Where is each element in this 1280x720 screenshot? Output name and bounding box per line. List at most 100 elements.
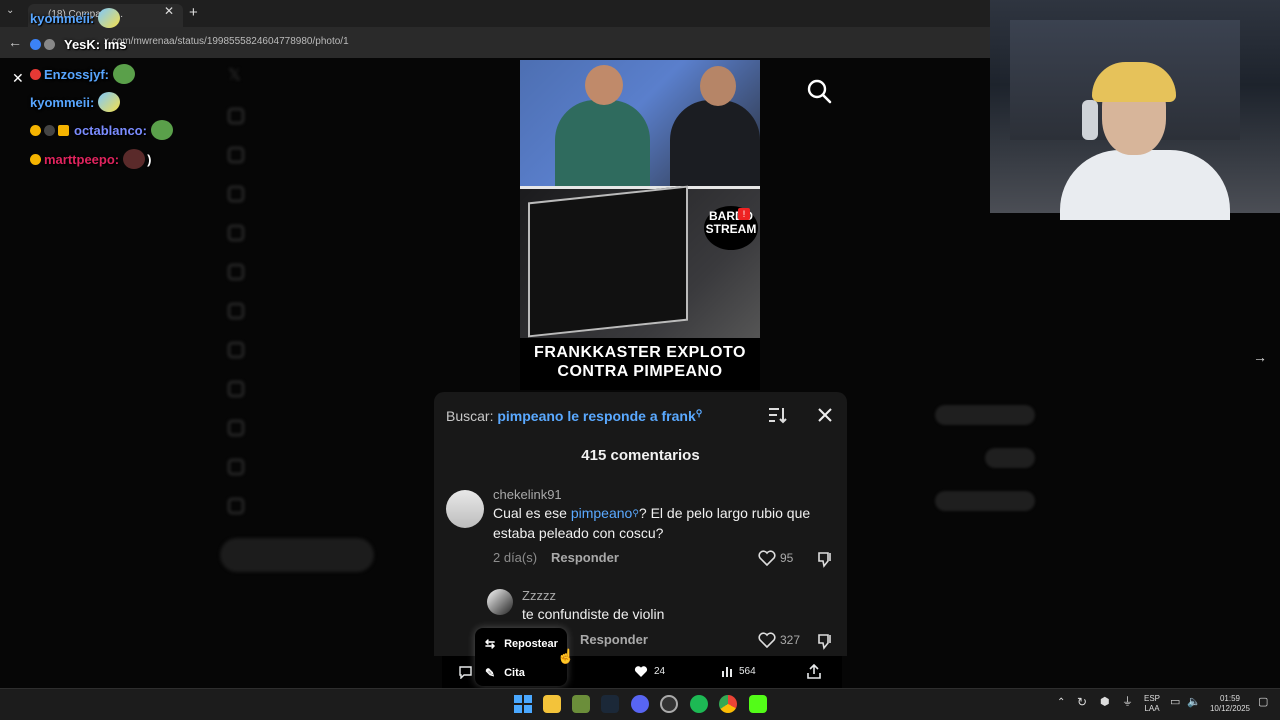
nav-item-blurred [220, 104, 262, 128]
minecraft-icon[interactable] [572, 695, 590, 713]
app-icon[interactable] [660, 695, 678, 713]
views-icon [722, 667, 732, 677]
close-icon[interactable]: ✕ [12, 70, 24, 87]
pencil-icon: ✎ [485, 666, 496, 680]
quote-menu-item[interactable]: ✎ Cita [485, 666, 525, 680]
like-count: 327 [780, 633, 801, 647]
repost-menu-item[interactable]: ⇆ Repostear [485, 637, 558, 651]
views-count: 564 [739, 665, 756, 677]
spotify-icon[interactable] [690, 695, 708, 713]
repost-label: Repostear [504, 638, 558, 650]
chat-line: kyommeii: [30, 92, 121, 112]
close-panel-icon[interactable] [816, 406, 834, 424]
lang-bottom: LAA [1144, 704, 1160, 713]
badge-icon [44, 39, 55, 50]
nav-item-blurred [220, 182, 262, 206]
nav-item-blurred [220, 299, 262, 323]
notifications-icon[interactable]: ▢ [1258, 697, 1268, 708]
sort-icon[interactable] [768, 406, 788, 424]
clock-date: 10/12/2025 [1209, 704, 1251, 713]
windows-start-icon[interactable] [514, 695, 532, 713]
volume-icon[interactable]: 🔈 [1187, 697, 1201, 708]
quote-label: Cita [504, 667, 525, 679]
video-person-left-head [585, 65, 623, 105]
pin-badge-icon [30, 39, 41, 50]
search-query[interactable]: pimpeano le responde a frank [497, 408, 695, 424]
heart-icon [758, 550, 776, 566]
back-arrow-icon[interactable]: ← [8, 34, 22, 50]
microphone-icon[interactable]: ⏚ [1122, 697, 1133, 708]
search-prefix: Buscar: [446, 408, 494, 424]
chat-username: Enzossjyf: [44, 66, 110, 82]
comment-text: te confundiste de violin [522, 606, 665, 622]
views-action[interactable]: 564 [721, 665, 756, 677]
avatar[interactable] [487, 589, 513, 615]
search-icon[interactable] [806, 78, 832, 104]
badge-icon [30, 153, 41, 165]
video-monitor [528, 185, 688, 338]
pepe-emote-icon [150, 120, 173, 140]
nav-item-blurred [220, 455, 262, 479]
share-icon[interactable] [807, 664, 821, 679]
like-count: 95 [780, 551, 794, 565]
comment-hashtag-link[interactable]: pimpeano [571, 505, 633, 521]
hand-cursor-icon: ☝ [557, 648, 575, 664]
next-arrow-icon[interactable]: → [1253, 349, 1267, 365]
tab-close-icon[interactable]: ✕ [164, 4, 174, 18]
nav-item-blurred [220, 416, 262, 440]
file-explorer-icon[interactable] [543, 695, 561, 713]
pepe-emote-icon [113, 64, 136, 84]
badge-icon [44, 124, 55, 136]
search-small-icon: ⚲ [632, 508, 639, 518]
video-person-right [670, 100, 760, 187]
badge-icon [30, 68, 41, 80]
like-action[interactable]: 24 [634, 665, 665, 678]
video-person-left [555, 100, 650, 187]
clock[interactable]: 01:59 10/12/2025 [1205, 694, 1255, 714]
comment-text: Cual es ese pimpeano⚲? El de pelo largo … [493, 503, 823, 543]
logo-badge: ! [738, 208, 750, 220]
like-button[interactable]: 327 [758, 632, 800, 648]
video-person-right-head [700, 66, 736, 106]
language-indicator[interactable]: ESP LAA [1142, 694, 1162, 714]
dislike-icon[interactable] [816, 550, 834, 568]
url-field[interactable]: x.com/mwrenaa/status/1998555824604778980… [60, 36, 520, 50]
reply-button[interactable]: Responder [580, 632, 648, 647]
nav-item-blurred [220, 377, 262, 401]
video-caption: FRANKKASTER EXPLOTO CONTRA PIMPEANO [534, 344, 746, 380]
tab-search-icon[interactable]: ⌄ [6, 5, 14, 16]
steam-icon[interactable] [601, 695, 619, 713]
comment-icon[interactable] [458, 665, 473, 679]
heart-filled-icon [634, 666, 648, 677]
follow-pill [985, 448, 1035, 468]
network-icon[interactable]: ▭ [1170, 697, 1180, 708]
chat-message: ) [147, 151, 152, 167]
chat-username: octablanco: [74, 122, 147, 138]
new-tab-icon[interactable]: + [189, 4, 198, 21]
chrome-icon[interactable] [719, 695, 737, 713]
kick-icon[interactable] [749, 695, 767, 713]
chat-line: kyommeii: [30, 8, 121, 28]
chat-message: lms [104, 37, 127, 52]
shield-icon[interactable]: ⬢ [1100, 697, 1110, 708]
avatar[interactable] [446, 490, 484, 528]
emote-icon [123, 149, 146, 169]
chat-line: octablanco: [30, 120, 173, 140]
heart-icon [758, 632, 776, 648]
comment-username[interactable]: Zzzzz [522, 588, 556, 603]
chat-line: Enzossjyf: [30, 64, 136, 84]
search-suggestion[interactable]: Buscar: pimpeano le responde a frank⚲ [446, 408, 702, 424]
discord-icon[interactable] [631, 695, 649, 713]
chat-username: YesK: [64, 37, 101, 52]
nav-item-blurred [220, 260, 262, 284]
badge-icon [58, 124, 69, 136]
dislike-icon[interactable] [816, 632, 834, 650]
follow-pill [935, 405, 1035, 425]
comment-username[interactable]: chekelink91 [493, 487, 562, 502]
emote-icon [98, 8, 121, 28]
reply-button[interactable]: Responder [551, 550, 619, 565]
like-button[interactable]: 95 [758, 550, 793, 566]
badge-icon [30, 124, 41, 136]
tray-chevron-icon[interactable]: ⌃ [1057, 698, 1065, 708]
sync-icon[interactable]: ↻ [1077, 696, 1087, 708]
